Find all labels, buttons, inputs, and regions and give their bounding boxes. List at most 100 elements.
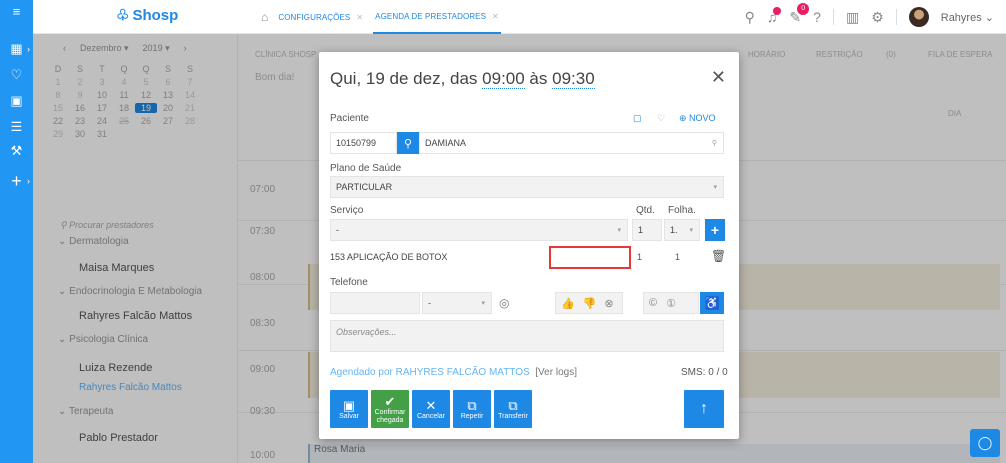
title-date: Qui, 19 de dez, das [330,69,483,88]
heart-icon[interactable]: ♡ [0,64,33,86]
repeat-button[interactable]: ⧉ Repetir [453,390,491,428]
tab-agenda-prestadores[interactable]: AGENDA DE PRESTADORES ✕ [373,0,501,34]
tab-bar: ⌂ CONFIGURAÇÕES ✕ AGENDA DE PRESTADORES ✕ [261,0,501,34]
chevron-down-icon: ▾ [481,300,485,307]
help-icon[interactable]: ? [813,9,821,25]
thumbs-down-icon[interactable]: 👎 [583,297,597,310]
qty-input[interactable]: 1 [632,219,662,241]
repeat-icon: ⧉ [467,397,477,413]
transfer-button[interactable]: ⧉ Transferir [494,390,532,428]
sheet-label: Folha. [668,205,696,216]
confirm-label: Confirmar chegada [374,408,406,424]
tab-label: CONFIGURAÇÕES [278,12,351,22]
notification-badge: 0 [797,2,810,15]
close-icon[interactable]: ✕ [711,67,726,88]
number-one-icon[interactable]: ① [666,297,676,310]
chevron-down-icon: ▾ [689,227,693,234]
app-logo[interactable]: ♧ Shosp [116,6,179,25]
patient-label: Paciente [330,113,369,124]
new-patient-button[interactable]: ⊕ NOVO [679,113,716,124]
database-icon[interactable]: ☰ [0,116,33,138]
cancel-button[interactable]: ✕ Cancelar [412,390,450,428]
scroll-up-button[interactable]: ↑ [684,390,724,428]
sms-counter: SMS: 0 / 0 [681,367,728,378]
save-label: Salvar [339,412,359,420]
ddi-value: - [428,298,431,308]
chevron-down-icon: ▾ [617,227,621,234]
phone-input[interactable] [330,292,420,314]
heart-icon[interactable]: ♡ [657,113,665,124]
tab-label: AGENDA DE PRESTADORES [375,11,487,21]
new-label: NOVO [689,113,716,123]
patient-name-field[interactable]: DAMIANA ⚲ [419,132,724,154]
accessibility-button[interactable]: ♿ [700,292,724,314]
user-menu[interactable]: Rahyres ⌄ [941,11,994,24]
thumbs-up-icon[interactable]: 👍 [561,297,575,310]
flags-group: © ① [643,292,699,314]
service-item: 153 APLICAÇÃO DE BOTOX [330,252,448,262]
notification-dot [773,7,782,15]
item-sheet: 1 [675,252,681,262]
settings-icon[interactable]: ⚙ [871,9,884,26]
notes-textarea[interactable]: Observações... [330,320,724,352]
title-separator: às [524,69,553,88]
scheduled-by: Agendado por RAHYRES FALCÃO MATTOS [330,367,530,378]
trash-icon[interactable]: 🗑 [711,249,726,263]
close-tab-icon[interactable]: ✕ [356,13,363,22]
tools-icon[interactable]: ⚒ [0,140,33,162]
confirmation-group: 👍 👎 ⊗ [555,292,623,314]
chat-icon[interactable]: ✎ 0 [789,2,810,26]
chat-bubble-icon[interactable]: ◯ [970,429,1000,457]
transfer-icon: ⧉ [508,397,518,413]
nav-rail: ≡ ▦ › ♡ ▣ ☰ ⚒ + › [0,0,33,463]
money-icon[interactable]: ▣ [0,90,33,112]
divider [832,9,834,25]
user-name: Rahyres [940,11,982,24]
calendar-icon[interactable]: ▦ › [0,38,33,60]
end-time[interactable]: 09:30 [552,69,595,89]
menu-icon[interactable]: ≡ [0,0,33,22]
patient-name: DAMIANA [425,138,467,148]
ddi-select[interactable]: - ▾ [422,292,492,314]
start-time[interactable]: 09:00 [482,69,525,89]
cancel-icon: ✕ [425,397,437,413]
modal-title: Qui, 19 de dez, das 09:00 às 09:30 [330,69,595,89]
copyright-icon[interactable]: © [649,297,657,309]
avatar[interactable] [908,7,929,27]
plan-value: PARTICULAR [336,182,393,192]
divider [895,9,897,25]
search-icon: ⚲ [711,140,717,147]
service-select[interactable]: - ▾ [330,219,628,241]
logo-text: Shosp [132,6,179,24]
save-icon: ▣ [342,397,356,413]
home-icon[interactable]: ⌂ [261,10,268,24]
add-service-button[interactable]: + [705,219,725,241]
service-value: - [336,225,339,235]
save-button[interactable]: ▣ Salvar [330,390,368,428]
confirm-arrival-button[interactable]: ✔ Confirmar chegada [371,390,409,428]
sheet-value: 1. [670,225,678,235]
x-circle-icon[interactable]: ⊗ [604,297,613,310]
check-icon: ✔ [384,393,396,409]
arrow-up-icon: ↑ [700,400,708,417]
close-tab-icon[interactable]: ✕ [492,12,499,21]
logo-icon: ♧ [116,7,130,24]
transfer-label: Transferir [498,412,528,420]
patient-id-field[interactable]: 10150799 [330,132,397,154]
view-logs-link[interactable]: [Ver logs] [535,367,577,378]
chevron-down-icon: ▾ [713,184,717,191]
search-icon[interactable]: ⚲ [745,9,755,26]
document-icon[interactable]: ▢ [633,113,642,124]
bell-icon[interactable]: ♫ [767,7,782,25]
qty-label: Qtd. [636,205,655,216]
top-icons: ⚲ ♫ ✎ 0 ? ▥ ⚙ Rahyres ⌄ [745,0,994,34]
service-label: Serviço [330,205,364,216]
plan-select[interactable]: PARTICULAR ▾ [330,176,724,198]
reports-icon[interactable]: ▥ [846,9,859,26]
top-bar: ♧ Shosp ⌂ CONFIGURAÇÕES ✕ AGENDA DE PREST… [33,0,1006,34]
sheet-select[interactable]: 1. ▾ [664,219,700,241]
add-icon[interactable]: + › [0,170,33,192]
tab-configuracoes[interactable]: CONFIGURAÇÕES ✕ [276,0,365,34]
whatsapp-icon[interactable]: ◎ [499,296,509,310]
search-patient-button[interactable]: ⚲ [397,132,419,154]
